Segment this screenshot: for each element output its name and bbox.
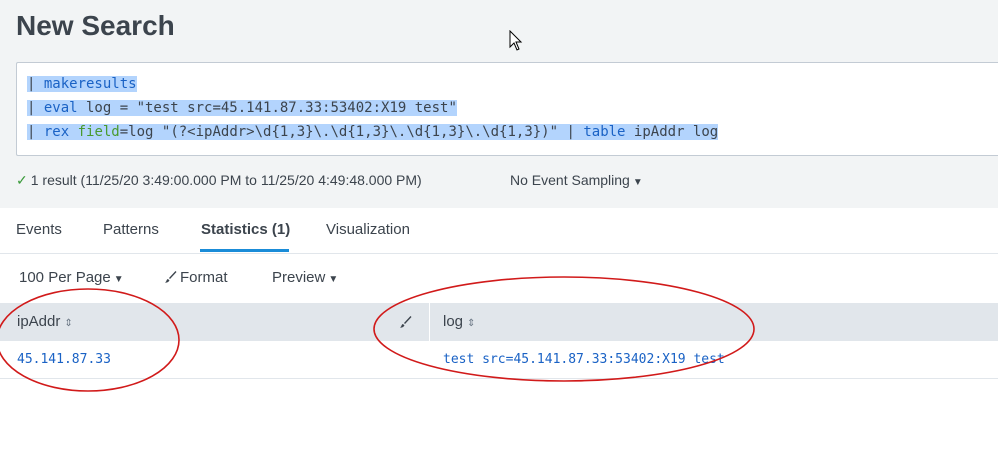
search-header: New Search | makeresults | eval log = "t… [0,0,998,208]
caret-down-icon: ▼ [113,274,124,285]
column-header-log[interactable]: log ⇕ [443,313,475,330]
mouse-cursor-icon [509,30,523,51]
query-text [69,124,77,140]
query-text: ipAddr log [625,124,719,140]
query-line-2: | eval log = "test src=45.141.87.33:5340… [27,97,457,119]
query-text: log = "test src=45.141.87.33:53402:X19 t… [77,100,457,116]
paintbrush-icon [165,271,177,283]
tab-patterns[interactable]: Patterns [103,221,159,238]
pipe-token: | [27,100,44,116]
paintbrush-icon[interactable] [399,315,412,328]
per-page-dropdown[interactable]: 100 Per Page ▼ [19,269,124,286]
format-label: Format [180,269,228,286]
result-status: ✓ 1 result (11/25/20 3:49:00.000 PM to 11… [16,172,422,189]
tab-statistics[interactable]: Statistics (1) [201,221,290,238]
table-row: 45.141.87.33 test src=45.141.87.33:53402… [0,341,998,379]
argument-token: field [77,124,120,140]
query-line-3: | rex field=log "(?<ipAddr>\d{1,3}\.\d{1… [27,121,719,143]
active-tab-indicator [200,249,289,252]
sort-icon: ⇕ [64,318,73,329]
table-header: ipAddr ⇕ log ⇕ [0,303,998,341]
result-tabs: Events Patterns Statistics (1) Visualiza… [0,208,998,254]
checkmark-icon: ✓ [16,172,28,188]
pipe-token: | [27,124,44,140]
column-divider [429,303,430,341]
caret-down-icon: ▼ [328,274,339,285]
query-text: =log "(?<ipAddr>\d{1,3}\.\d{1,3}\.\d{1,3… [119,124,584,140]
command-token: rex [43,124,70,140]
command-token: eval [43,100,78,116]
preview-label: Preview [272,269,326,286]
column-label: log [443,313,464,330]
column-label: ipAddr [17,313,61,330]
query-line-1: | makeresults [27,73,137,95]
per-page-label: 100 Per Page [19,269,111,286]
command-token: makeresults [43,76,137,92]
search-query-editor[interactable]: | makeresults | eval log = "test src=45.… [16,62,998,156]
column-header-ipaddr[interactable]: ipAddr ⇕ [17,313,73,330]
cell-ipaddr[interactable]: 45.141.87.33 [17,352,111,367]
cell-log[interactable]: test src=45.141.87.33:53402:X19 test [443,352,725,367]
preview-dropdown[interactable]: Preview ▼ [272,269,338,286]
caret-down-icon: ▼ [632,177,643,188]
format-button[interactable]: Format [164,269,228,286]
tab-visualization[interactable]: Visualization [326,221,410,238]
page-title: New Search [16,10,175,41]
event-sampling-label: No Event Sampling [510,172,630,188]
sort-icon: ⇕ [467,318,476,329]
event-sampling-dropdown[interactable]: No Event Sampling ▼ [510,172,643,188]
pipe-token: | [27,76,44,92]
table-toolbar: 100 Per Page ▼ Format Preview ▼ [0,258,998,298]
tab-events[interactable]: Events [16,221,62,238]
command-token: table [583,124,626,140]
result-count-text: 1 result (11/25/20 3:49:00.000 PM to 11/… [30,172,422,188]
